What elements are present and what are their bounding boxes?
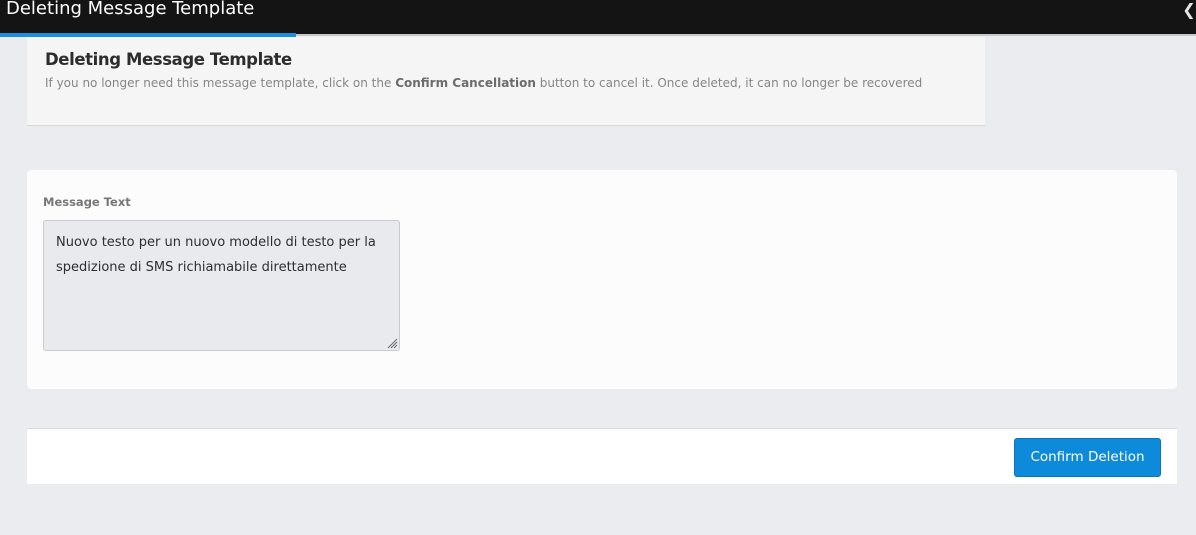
page-header: Deleting Message Template If you no long…: [27, 37, 985, 126]
confirm-deletion-button[interactable]: Confirm Deletion: [1014, 438, 1161, 477]
page-description: If you no longer need this message templ…: [45, 75, 945, 91]
description-text-end: button to cancel it. Once deleted, it ca…: [535, 76, 923, 90]
description-highlight: Confirm Cancellation: [395, 76, 536, 90]
message-text-value: Nuovo testo per un nuovo modello di test…: [56, 235, 376, 275]
window-title: Deleting Message Template: [6, 0, 255, 19]
resize-handle-icon[interactable]: [386, 337, 398, 349]
description-text-start: If you no longer need this message templ…: [45, 76, 396, 90]
page-title: Deleting Message Template: [45, 50, 292, 69]
chevron-left-icon[interactable]: ❮: [1182, 0, 1196, 20]
message-text-field[interactable]: Nuovo testo per un nuovo modello di test…: [43, 220, 400, 351]
divider: [296, 34, 1196, 36]
title-bar: Deleting Message Template ❮: [0, 0, 1196, 34]
message-text-label: Message Text: [43, 195, 131, 209]
message-form-card: Message Text Nuovo testo per un nuovo mo…: [27, 170, 1177, 389]
action-bar: Confirm Deletion: [27, 428, 1177, 484]
